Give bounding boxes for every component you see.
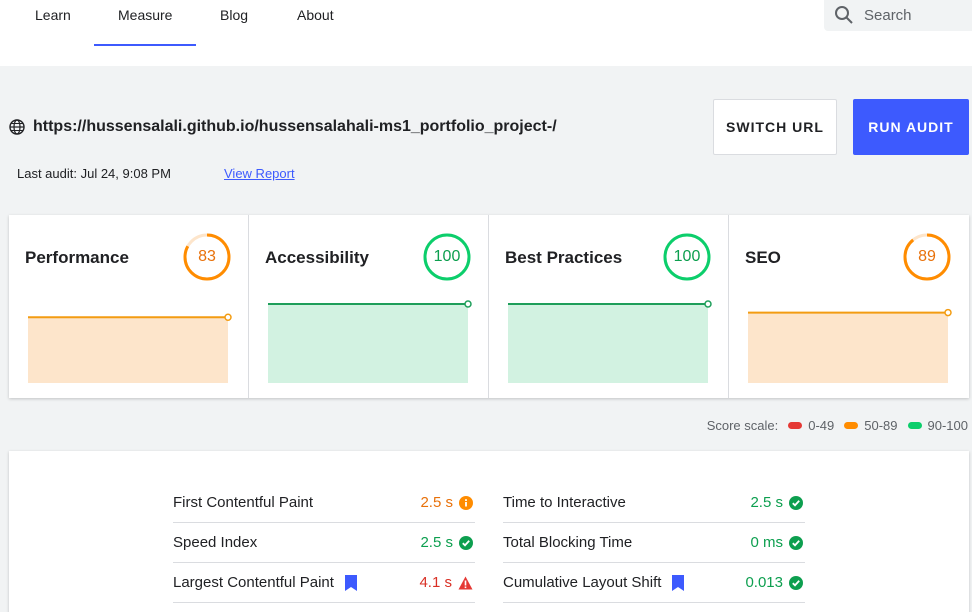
- pass-check-icon: [789, 495, 803, 510]
- top-nav: Learn Measure Blog About Search: [0, 0, 972, 46]
- search-input[interactable]: Search: [824, 0, 972, 31]
- metric-status-icon: [458, 576, 473, 590]
- score-card-seo[interactable]: SEO 89: [729, 215, 969, 398]
- metric-name: Cumulative Layout Shift: [503, 574, 662, 591]
- pass-dot-icon: [907, 422, 922, 429]
- metric-value: 2.5 s: [420, 494, 453, 511]
- history-point: [224, 313, 232, 322]
- nav-about[interactable]: About: [273, 0, 358, 46]
- audited-url: https://hussensalali.github.io/hussensal…: [9, 118, 557, 136]
- search-icon: [835, 6, 853, 24]
- info-icon: [459, 495, 473, 510]
- score-history-chart: [268, 300, 472, 383]
- metric-row: Cumulative Layout Shift 0.013: [503, 563, 805, 603]
- history-area: [28, 317, 228, 383]
- score-value: 89: [918, 248, 936, 265]
- url-text: https://hussensalali.github.io/hussensal…: [33, 118, 557, 135]
- metric-name: Largest Contentful Paint: [173, 574, 334, 591]
- history-point: [464, 300, 472, 308]
- metric-value: 2.5 s: [750, 494, 783, 511]
- metric-row: First Contentful Paint 2.5 s: [173, 483, 475, 523]
- score-card-best-practices[interactable]: Best Practices 100: [489, 215, 729, 398]
- globe-icon: [9, 119, 25, 135]
- score-history-chart: [28, 313, 232, 383]
- card-title: Best Practices: [505, 248, 623, 267]
- score-scale-legend: Score scale: 0-49 50-89 90-100: [707, 418, 968, 433]
- history-point: [704, 300, 712, 308]
- metric-value: 2.5 s: [420, 534, 453, 551]
- metric-name: Time to Interactive: [503, 494, 626, 511]
- score-history-chart: [508, 300, 712, 383]
- scale-range-pass: 90-100: [927, 418, 968, 433]
- metric-status-icon: [459, 495, 473, 510]
- metric-value: 0.013: [745, 574, 783, 591]
- card-title: SEO: [745, 248, 781, 267]
- card-title: Accessibility: [265, 248, 369, 267]
- warning-triangle-icon: [458, 576, 473, 589]
- metric-row: Total Blocking Time 0 ms: [503, 523, 805, 563]
- run-audit-button[interactable]: RUN AUDIT: [853, 99, 969, 155]
- header-band: [0, 46, 972, 66]
- metric-name: Speed Index: [173, 534, 258, 551]
- metric-row: Speed Index 2.5 s: [173, 523, 475, 563]
- bookmark-icon[interactable]: [671, 574, 685, 592]
- nav-blog[interactable]: Blog: [196, 0, 272, 46]
- metric-row: Largest Contentful Paint 4.1 s: [173, 563, 475, 603]
- history-area: [268, 304, 468, 383]
- metric-status-icon: [789, 495, 803, 510]
- scale-range-average: 50-89: [864, 418, 898, 433]
- nav-measure[interactable]: Measure: [94, 0, 197, 46]
- metric-status-icon: [789, 535, 803, 550]
- metric-value: 0 ms: [750, 534, 783, 551]
- pass-check-icon: [789, 535, 803, 550]
- metric-status-icon: [459, 535, 473, 550]
- last-audit-text: Last audit: Jul 24, 9:08 PM: [17, 166, 171, 181]
- score-value: 100: [433, 248, 461, 265]
- history-area: [748, 312, 948, 383]
- metric-status-icon: [789, 575, 803, 590]
- metric-name: Total Blocking Time: [503, 534, 633, 551]
- score-cards: Performance 83 Accessibility 100 Best Pr…: [9, 215, 969, 398]
- metric-name: First Contentful Paint: [173, 494, 314, 511]
- fail-dot-icon: [788, 422, 803, 429]
- pass-check-icon: [459, 535, 473, 550]
- score-value: 100: [673, 248, 701, 265]
- nav-learn[interactable]: Learn: [11, 0, 95, 46]
- metric-value: 4.1 s: [419, 574, 452, 591]
- bookmark-icon[interactable]: [344, 574, 358, 592]
- search-placeholder: Search: [864, 7, 912, 24]
- view-report-link[interactable]: View Report: [224, 166, 295, 181]
- scale-range-fail: 0-49: [808, 418, 835, 433]
- score-scale-label: Score scale:: [706, 418, 779, 433]
- switch-url-button[interactable]: SWITCH URL: [713, 99, 837, 155]
- history-point: [944, 308, 952, 317]
- card-title: Performance: [25, 248, 129, 267]
- metrics-panel: First Contentful Paint 2.5 s Speed Index…: [9, 451, 969, 612]
- score-card-performance[interactable]: Performance 83: [9, 215, 249, 398]
- score-card-accessibility[interactable]: Accessibility 100: [249, 215, 489, 398]
- score-value: 83: [198, 248, 216, 265]
- pass-check-icon: [789, 575, 803, 590]
- history-area: [508, 304, 708, 383]
- average-dot-icon: [844, 422, 859, 429]
- metric-row: Time to Interactive 2.5 s: [503, 483, 805, 523]
- score-history-chart: [748, 308, 952, 383]
